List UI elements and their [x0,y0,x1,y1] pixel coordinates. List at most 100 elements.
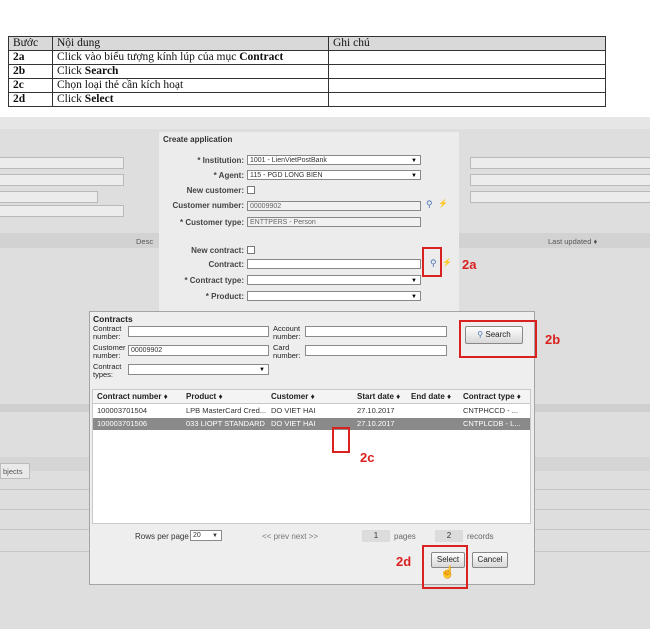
col-contract-number[interactable]: Contract number ♦ [97,390,168,403]
col-start-date[interactable]: Start date ♦ [357,390,400,403]
card-number-input[interactable] [305,345,447,356]
clear-icon[interactable]: ⚡ [442,258,452,267]
annotation-2a: 2a [462,257,477,272]
step-cell: 2c [8,78,53,93]
records-count: 2 [435,530,463,542]
cell-contract-type: CNTPHCCD - ... [463,406,518,415]
clear-icon[interactable]: ⚡ [438,199,448,208]
content-cell: Click Select [52,92,329,107]
chevron-down-icon: ▼ [411,278,417,284]
table-row: 2c Chọn loại thẻ cần kích hoạt [8,78,606,93]
highlight-2b [459,320,537,358]
contract-label: Contract: [208,260,244,269]
highlight-2c [332,427,350,453]
table-row-selected[interactable]: 100003701506 033 LIOPT STANDARD DO VIET … [93,418,530,430]
table-row[interactable]: 100003701504 LPB MasterCard Cred... DO V… [93,405,530,417]
contract-number-input[interactable] [128,326,269,337]
step-cell: 2d [8,92,53,107]
table-row: 2d Click Select [8,92,606,107]
content-text: Click [57,93,85,106]
new-contract-label: New contract: [191,246,244,255]
rows-per-page-value: 20 [193,532,201,539]
bg-select [0,174,124,186]
col-contract-type[interactable]: Contract type ♦ [463,390,521,403]
instruction-table: Bước Nội dung Ghi chú 2a Click vào biểu … [8,36,606,107]
step-cell: 2a [8,50,53,65]
table-header-row: Bước Nội dung Ghi chú [8,36,606,51]
bg-input [470,174,650,186]
card-number-label: Card number: [273,343,301,360]
col-end-date[interactable]: End date ♦ [411,390,451,403]
header-content: Nội dung [52,36,329,51]
contract-types-label: Contract types: [93,362,122,379]
institution-select[interactable]: 1001 - LienVietPostBank ▼ [247,155,421,165]
table-row: 2b Click Search [8,64,606,79]
records-label: records [467,532,494,541]
customer-number-input[interactable]: 00009902 [128,345,269,356]
panel-title: Create application [163,135,233,144]
page-nav-links[interactable]: << prev next >> [262,532,318,541]
bg-tab[interactable]: bjects [0,463,30,479]
annotation-2b: 2b [545,332,561,347]
account-number-input[interactable] [305,326,447,337]
content-strong: Contract [239,51,284,64]
product-select[interactable]: ▼ [247,291,421,301]
pages-label: pages [394,532,416,541]
account-number-label: Account number: [273,324,301,341]
customer-type-field: ENTTPERS - Person [247,217,421,227]
dialog-title: Contracts [93,314,133,324]
note-cell [328,92,606,107]
cell-product: LPB MasterCard Cred... [186,406,267,415]
bg-column-desc: Desc [136,237,154,246]
content-strong: Search [84,65,119,78]
product-label: * Product: [205,292,244,301]
agent-label: * Agent: [213,171,244,180]
annotation-2d: 2d [396,554,412,569]
cell-start-date: 27.10.2017 [357,419,395,428]
rows-per-page-select[interactable]: 20 ▼ [190,530,222,541]
create-application-panel: Create application * Institution: 1001 -… [159,132,459,315]
new-contract-checkbox[interactable] [247,246,255,254]
chevron-down-icon: ▼ [411,158,417,164]
cell-product: 033 LIOPT STANDARD [186,419,265,428]
col-product[interactable]: Product ♦ [186,390,223,403]
highlight-2a [422,247,442,277]
cell-contract-number: 100003701504 [97,406,148,415]
top-strip [0,117,650,129]
note-cell [328,78,606,93]
content-strong: Select [84,93,114,106]
contract-field[interactable] [247,259,421,269]
highlight-2d [422,545,468,589]
customer-number-label: Customer number: [172,201,244,210]
customer-number-field[interactable]: 00009902 [247,201,421,211]
contract-types-select[interactable]: ▼ [128,364,269,375]
customer-search-icon[interactable]: ⚲ [426,199,433,210]
customer-type-label: * Customer type: [179,218,244,227]
note-cell [328,50,606,65]
bg-input [470,191,650,203]
bg-select [0,157,124,169]
new-customer-label: New customer: [186,186,244,195]
institution-label: * Institution: [197,156,244,165]
content-cell: Chọn loại thẻ cần kích hoạt [52,78,329,93]
cell-start-date: 27.10.2017 [357,406,395,415]
bg-tab-label: bjects [3,467,23,476]
chevron-down-icon: ▼ [212,533,218,539]
content-text: Chọn loại thẻ cần kích hoạt [57,79,184,92]
cell-contract-type: CNTPLCDB - L... [463,419,521,428]
chevron-down-icon: ▼ [259,367,265,373]
step-cell: 2b [8,64,53,79]
contract-number-label: Contract number: [93,324,122,341]
contract-type-select[interactable]: ▼ [247,275,421,285]
pages-count: 1 [362,530,390,542]
chevron-down-icon: ▼ [411,294,417,300]
bg-input [0,191,98,203]
customer-number-label: Customer number: [93,343,126,360]
bg-input [0,205,124,217]
agent-select[interactable]: 115 - PGD LONG BIEN ▼ [247,170,421,180]
new-customer-checkbox[interactable] [247,186,255,194]
content-cell: Click Search [52,64,329,79]
col-customer[interactable]: Customer ♦ [271,390,315,403]
cell-customer: DO VIET HAI [271,406,316,415]
cancel-button[interactable]: Cancel [472,552,508,568]
